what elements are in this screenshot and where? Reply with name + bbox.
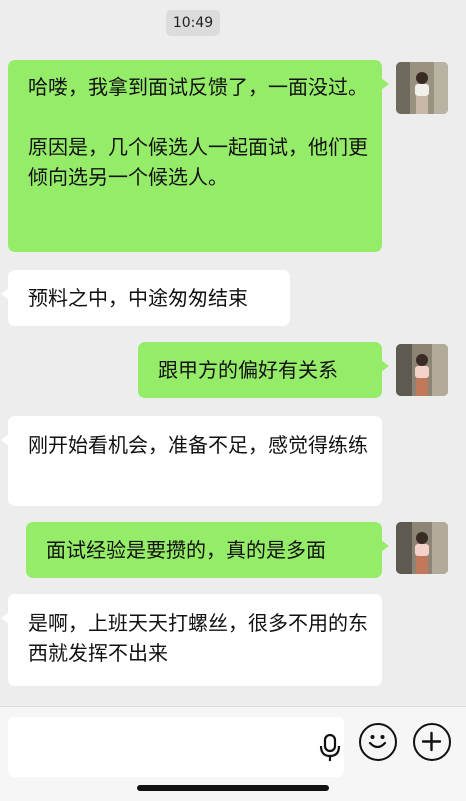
message-bubble-incoming[interactable]: 刚开始看机会，准备不足，感觉得练练: [1, 416, 382, 506]
avatar[interactable]: [396, 522, 448, 574]
emoji-icon[interactable]: [359, 723, 397, 761]
plus-icon[interactable]: [413, 723, 451, 761]
message-bubble-outgoing[interactable]: 跟甲方的偏好有关系: [138, 342, 389, 398]
message-bubble-outgoing[interactable]: 面试经验是要攒的，真的是多面: [26, 522, 389, 578]
chat-area: 10:49 哈喽，我拿到面试反馈了，一面没过。 原因是，几个候选人一起面试，他们…: [0, 0, 466, 706]
message-bubble-incoming[interactable]: 预料之中，中途匆匆结束: [1, 270, 290, 326]
message-bubble-incoming[interactable]: 是啊，上班天天打螺丝，很多不用的东西就发挥不出来: [1, 594, 382, 686]
avatar[interactable]: [396, 344, 448, 396]
microphone-icon[interactable]: [316, 733, 344, 763]
avatar[interactable]: [396, 62, 448, 114]
timestamp: 10:49: [166, 10, 220, 36]
home-indicator[interactable]: [137, 785, 329, 791]
message-bubble-outgoing[interactable]: 哈喽，我拿到面试反馈了，一面没过。 原因是，几个候选人一起面试，他们更倾向选另一…: [8, 60, 389, 252]
message-input[interactable]: [8, 717, 344, 777]
